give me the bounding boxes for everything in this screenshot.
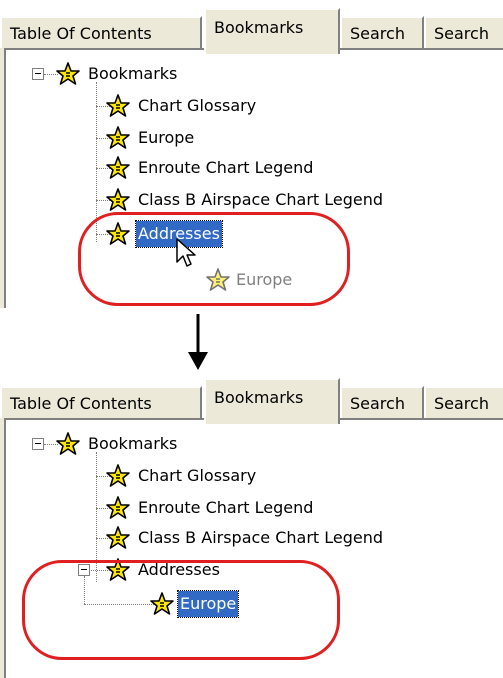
star-bookmark-icon	[106, 464, 130, 487]
tab-bookmarks[interactable]: Bookmarks	[204, 8, 340, 54]
tab-bookmarks[interactable]: Bookmarks	[204, 378, 340, 424]
tree-node[interactable]: Class B Airspace Chart Legend	[136, 187, 385, 213]
star-bookmark-icon	[56, 432, 80, 455]
tab-table-of-contents[interactable]: Table Of Contents	[0, 386, 202, 418]
tree-collapse-icon[interactable]	[32, 438, 44, 450]
tab-search-2[interactable]: Search	[424, 16, 503, 48]
tree-node-label: Class B Airspace Chart Legend	[138, 528, 384, 547]
tree-node-label: Enroute Chart Legend	[138, 158, 314, 177]
tree-collapse-icon[interactable]	[32, 68, 44, 80]
tree-node[interactable]: Class B Airspace Chart Legend	[136, 525, 385, 551]
tree-node-label: Bookmarks	[88, 64, 178, 83]
highlight-ring	[78, 212, 350, 306]
star-bookmark-icon	[106, 126, 130, 149]
star-bookmark-icon	[106, 156, 130, 179]
tree-node[interactable]: Europe	[136, 125, 196, 151]
tree-node-label: Europe	[138, 128, 195, 147]
tree-node[interactable]: Chart Glossary	[136, 463, 258, 489]
star-bookmark-icon	[106, 496, 130, 519]
tree-node-root[interactable]: Bookmarks	[86, 431, 179, 457]
tab-table-of-contents[interactable]: Table Of Contents	[0, 16, 202, 48]
highlight-ring	[22, 560, 340, 660]
star-bookmark-icon	[56, 62, 80, 85]
star-bookmark-icon	[106, 94, 130, 117]
tree-node[interactable]: Chart Glossary	[136, 93, 258, 119]
tree-node-label: Enroute Chart Legend	[138, 498, 314, 517]
tree-node-label: Bookmarks	[88, 434, 178, 453]
bookmarks-panel-before: Table Of Contents Search Search Bookmark…	[0, 0, 503, 308]
tree-node[interactable]: Enroute Chart Legend	[136, 155, 315, 181]
star-bookmark-icon	[106, 526, 130, 549]
down-arrow-icon	[188, 314, 208, 370]
tree-node-root[interactable]: Bookmarks	[86, 61, 179, 87]
tree-node-label: Chart Glossary	[138, 466, 257, 485]
tab-search[interactable]: Search	[340, 16, 424, 48]
tab-search[interactable]: Search	[340, 386, 424, 418]
tab-search-2[interactable]: Search	[424, 386, 503, 418]
tree-node[interactable]: Enroute Chart Legend	[136, 495, 315, 521]
star-bookmark-icon	[106, 188, 130, 211]
tree-node-label: Chart Glossary	[138, 96, 257, 115]
bookmarks-panel-after: Table Of Contents Search Search Bookmark…	[0, 370, 503, 678]
tree-node-label: Class B Airspace Chart Legend	[138, 190, 384, 209]
